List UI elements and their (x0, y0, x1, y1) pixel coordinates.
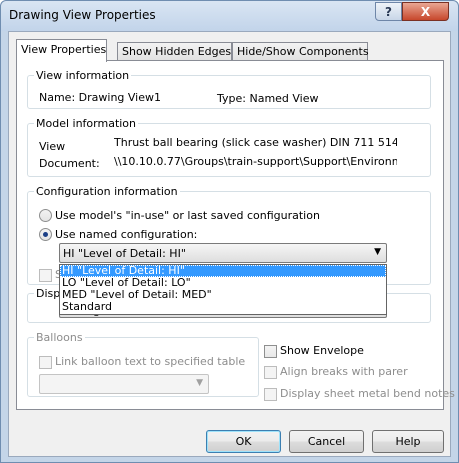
radio-in-use-label: Use model's "in-use" or last saved confi… (55, 209, 320, 222)
radio-named-configuration[interactable] (39, 228, 52, 241)
display-state-legend: Disp (36, 287, 61, 300)
document-path-value: \\10.10.0.77\Groups\train-support\Suppor… (114, 155, 397, 168)
configuration-select-value: HI "Level of Detail: HI" (63, 247, 186, 260)
cancel-button[interactable]: Cancel (289, 430, 364, 453)
configuration-legend: Configuration information (36, 185, 178, 198)
chevron-down-icon: ▼ (374, 247, 381, 257)
balloons-legend: Balloons (36, 331, 83, 344)
hidden-configuration-checkbox[interactable] (39, 269, 52, 282)
configuration-select[interactable]: HI "Level of Detail: HI" ▼ (59, 243, 387, 263)
dialog-client: View Properties Show Hidden Edges Hide/S… (8, 31, 455, 457)
view-properties-panel: View information Name: Drawing View1 Typ… (16, 60, 455, 410)
window-title: Drawing View Properties (9, 8, 156, 22)
chevron-down-icon: ▼ (196, 378, 203, 388)
configuration-dropdown-list[interactable]: HI "Level of Detail: HI" LO "Level of De… (59, 264, 387, 315)
model-name-value: Thrust ball bearing (slick case washer) … (114, 136, 397, 149)
model-information-legend: Model information (36, 117, 137, 130)
align-breaks-checkbox[interactable] (264, 366, 277, 379)
radio-in-use-configuration[interactable] (39, 209, 52, 222)
link-balloon-label: Link balloon text to specified table (55, 355, 246, 368)
view-document-label: View (39, 140, 66, 153)
tab-hide-show-components[interactable]: Hide/Show Components (232, 42, 369, 61)
align-breaks-label: Align breaks with parer (280, 365, 408, 378)
view-information-legend: View information (36, 69, 130, 82)
help-button[interactable]: Help (372, 430, 444, 453)
title-bar[interactable]: Drawing View Properties ? X (1, 1, 458, 31)
dialog-window: Drawing View Properties ? X View Propert… (0, 0, 459, 463)
help-icon: ? (385, 4, 392, 19)
radio-named-label: Use named configuration: (55, 228, 198, 241)
bend-notes-label: Display sheet metal bend notes (280, 387, 455, 400)
document-label: Document: (39, 157, 100, 170)
help-title-button[interactable]: ? (375, 2, 402, 21)
show-envelope-checkbox[interactable] (264, 345, 277, 358)
view-name: Name: Drawing View1 (39, 91, 161, 104)
close-button[interactable]: X (402, 2, 449, 21)
show-envelope-label: Show Envelope (280, 344, 364, 357)
link-balloon-checkbox[interactable] (39, 356, 52, 369)
bend-notes-checkbox[interactable] (264, 388, 277, 401)
tab-view-properties[interactable]: View Properties (16, 39, 107, 62)
ok-button[interactable]: OK (206, 430, 281, 453)
balloon-table-select[interactable]: ▼ (39, 374, 209, 394)
view-type: Type: Named View (217, 92, 319, 105)
close-icon: X (420, 4, 431, 19)
tab-show-hidden-edges[interactable]: Show Hidden Edges (117, 42, 232, 61)
configuration-option-standard[interactable]: Standard (60, 301, 386, 313)
